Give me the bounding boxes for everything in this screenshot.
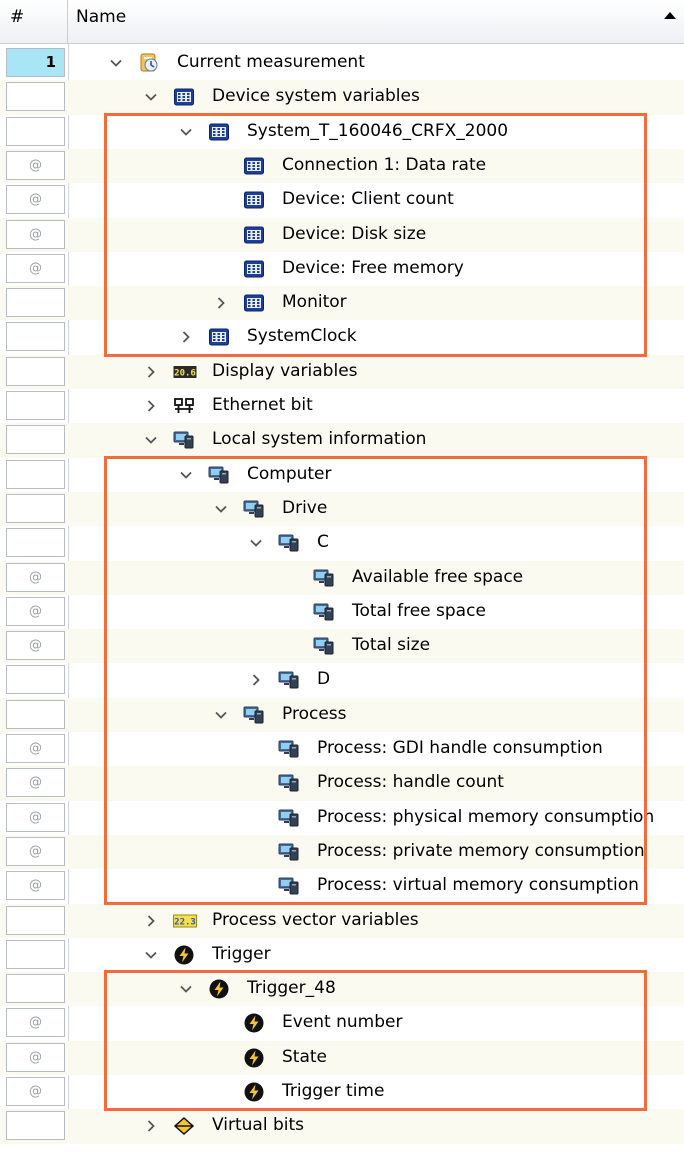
row-number-cell[interactable]: @ [6,219,65,249]
row-number-cell[interactable]: @ [6,562,65,592]
row-number-cell[interactable]: @ [6,253,65,283]
row-number-cell[interactable] [6,528,65,558]
tree-node-label: Virtual bits [212,1115,304,1136]
tree-row[interactable]: 22.3 Process vector variables [0,903,684,938]
tree-row[interactable]: Device system variables [0,80,684,115]
row-number-cell[interactable] [6,1111,65,1141]
tree-node-label: Process vector variables [212,909,419,930]
trigger-icon [173,944,195,966]
sort-ascending-icon [664,12,676,19]
row-number-cell[interactable]: @ [6,871,65,901]
row-number-cell[interactable] [6,699,65,729]
column-header-number[interactable]: # [0,0,68,43]
chevron-right-icon[interactable] [144,914,158,928]
row-number-cell[interactable] [6,905,65,935]
row-number-cell[interactable] [6,939,65,969]
ethernet-icon [173,395,195,417]
tree-row[interactable]: 20.6 Display variables [0,354,684,389]
row-number-cell[interactable]: @ [6,802,65,832]
tree-row[interactable]: Trigger [0,938,684,972]
row-number-cell[interactable]: @ [6,596,65,626]
highlight-box [104,970,647,1112]
row-number-cell[interactable]: @ [6,185,65,215]
row-number-cell[interactable] [6,391,65,420]
column-header-name-label: Name [76,7,127,27]
tree-row[interactable]: 1 Current measurement [0,46,684,80]
measurement-icon [138,52,160,74]
chevron-down-icon[interactable] [144,90,158,104]
row-number-cell[interactable] [6,288,65,318]
row-number-cell[interactable] [6,493,65,523]
row-number-cell[interactable] [6,82,65,112]
row-number-cell[interactable]: 1 [6,48,65,77]
tree-row[interactable]: Local system information [0,423,684,458]
svg-text:22.3: 22.3 [174,917,196,927]
chevron-right-icon[interactable] [144,365,158,379]
row-number-cell[interactable] [6,974,65,1004]
tree-node-label: Trigger [212,943,271,964]
row-number-cell[interactable]: @ [6,1042,65,1072]
column-header-name[interactable]: Name [68,0,684,43]
row-number-cell[interactable]: @ [6,1077,65,1106]
row-number-cell[interactable] [6,116,65,146]
system-variables-icon [173,86,195,108]
grid-header: # Name [0,0,684,44]
chevron-right-icon[interactable] [144,399,158,413]
variable-tree-grid[interactable]: # Name 1 Current measurement Device system… [0,0,684,1167]
virtual-bits-icon [173,1115,195,1137]
chevron-down-icon[interactable] [109,56,123,70]
computer-icon [173,429,195,451]
tree-node-label: Ethernet bit [212,395,313,415]
display-variable-icon: 20.6 [173,361,197,383]
svg-text:20.6: 20.6 [174,368,196,378]
tree-node-label: Current measurement [177,52,365,72]
chevron-right-icon[interactable] [144,1119,158,1133]
row-number-cell[interactable]: @ [6,768,65,798]
tree-node-label: Device system variables [212,86,420,107]
tree-row[interactable]: Virtual bits [0,1109,684,1144]
highlight-box [104,455,647,906]
row-number-cell[interactable] [6,459,65,489]
row-number-cell[interactable]: @ [6,1008,65,1038]
vector-variable-icon: 22.3 [173,910,197,932]
row-number-cell[interactable] [6,425,65,455]
tree-row[interactable]: Ethernet bit [0,389,684,423]
row-number-cell[interactable]: @ [6,631,65,661]
row-number-cell[interactable]: @ [6,150,65,180]
row-number-cell[interactable] [6,665,65,695]
chevron-down-icon[interactable] [144,433,158,447]
row-number-cell[interactable]: @ [6,836,65,866]
row-number-cell[interactable]: @ [6,734,65,763]
tree-node-label: Display variables [212,360,358,381]
tree-node-label: Local system information [212,429,427,450]
row-number-cell[interactable] [6,356,65,386]
chevron-down-icon[interactable] [144,948,158,962]
highlight-box [104,112,647,357]
row-number-cell[interactable] [6,322,65,352]
